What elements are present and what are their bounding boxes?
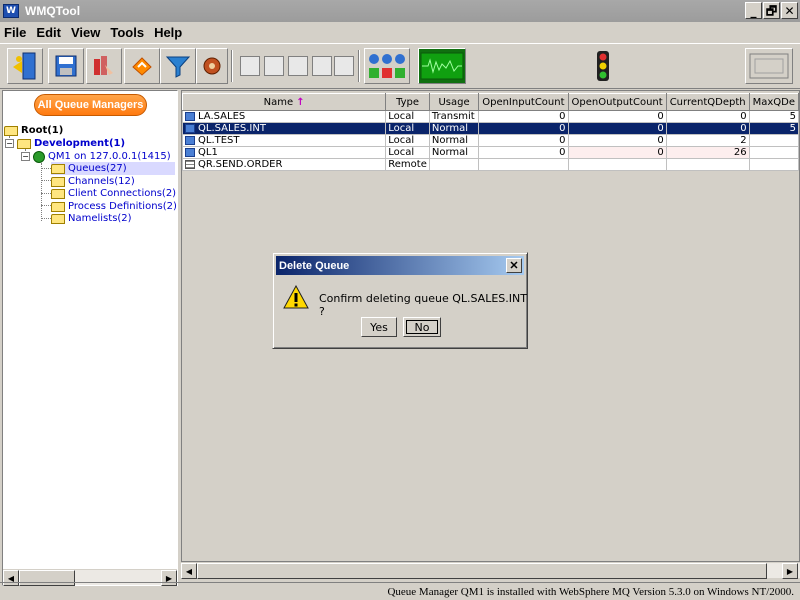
table-row[interactable]: QR.SEND.ORDER Remote [182, 158, 799, 171]
delete-queue-dialog: Delete Queue ✕ Confirm deleting queue QL… [272, 252, 528, 349]
dialog-close-button[interactable]: ✕ [506, 258, 522, 273]
tree-node-label: Root(1) [21, 125, 64, 136]
tree-node-label: QM1 on 127.0.0.1(1415) [48, 151, 171, 162]
menu-help[interactable]: Help [154, 25, 182, 40]
console-icon [749, 53, 789, 79]
column-header-max-q-depth[interactable]: MaxQDe [748, 93, 799, 111]
tree-node-development[interactable]: − Development(1) [5, 137, 125, 150]
traffic-light-icon [597, 51, 609, 81]
traffic-light [593, 50, 613, 85]
status-lights-icon [369, 54, 405, 78]
local-queue-icon [185, 147, 195, 157]
queue-manager-icon [94, 56, 113, 75]
table-header-row: Name ↑ Type Usage OpenInputCount OpenOutp… [182, 93, 799, 111]
view-chart-button[interactable] [288, 56, 308, 76]
exit-icon [13, 52, 36, 80]
refresh-icon [132, 57, 152, 76]
tree-panel: All Queue Managers Root(1) − Development… [2, 90, 178, 586]
window-title: WMQTool [25, 4, 81, 18]
filter-button[interactable] [160, 48, 196, 84]
dialog-title-bar: Delete Queue ✕ [276, 256, 524, 275]
menu-tools[interactable]: Tools [110, 25, 144, 40]
menu-bar: File Edit View Tools Help [0, 22, 800, 43]
toolbar [0, 43, 800, 89]
column-header-open-output-count[interactable]: OpenOutputCount [567, 93, 667, 111]
exit-button[interactable] [7, 48, 43, 84]
folder-icon [51, 163, 65, 174]
menu-view[interactable]: View [71, 25, 100, 40]
folder-icon [51, 176, 65, 187]
title-bar: W WMQTool _ 🗗 ✕ [0, 0, 800, 22]
view-blank-button[interactable] [334, 56, 354, 76]
tree-node-client-connections[interactable]: Client Connections(2) [51, 187, 176, 200]
yes-button[interactable]: Yes [361, 317, 397, 337]
folder-open-icon [17, 138, 31, 149]
queue-manager-button[interactable] [86, 48, 122, 84]
save-icon [55, 55, 77, 77]
local-queue-icon [185, 135, 195, 145]
menu-file[interactable]: File [4, 25, 26, 40]
tree-node-label: Queues(27) [68, 163, 127, 174]
refresh-button[interactable] [124, 48, 160, 84]
menu-edit[interactable]: Edit [36, 25, 61, 40]
scroll-left-arrow-icon[interactable]: ◀ [181, 563, 197, 579]
tree-node-root[interactable]: Root(1) [4, 124, 63, 137]
folder-icon [51, 213, 65, 224]
status-text: Queue Manager QM1 is installed with WebS… [387, 585, 794, 598]
local-queue-icon [185, 123, 195, 133]
column-header-usage[interactable]: Usage [428, 93, 480, 111]
column-header-name[interactable]: Name ↑ [182, 93, 387, 111]
queue-manager-icon [33, 150, 45, 163]
collapse-icon[interactable]: − [5, 139, 14, 148]
table-row[interactable]: QL.TEST Local Normal 0 0 2 [182, 134, 799, 147]
all-queue-managers-button[interactable]: All Queue Managers [34, 94, 147, 116]
monitor-button[interactable] [418, 48, 466, 84]
filter-icon [165, 56, 191, 78]
no-button[interactable]: No [403, 317, 441, 337]
minimize-button[interactable]: _ [745, 2, 762, 19]
warning-icon [283, 285, 309, 309]
queue-table: Name ↑ Type Usage OpenInputCount OpenOutp… [182, 93, 799, 171]
restore-button[interactable]: 🗗 [763, 2, 780, 19]
table-row[interactable]: QL1 Local Normal 0 0 26 [182, 146, 799, 159]
tree-node-label: Namelists(2) [68, 213, 132, 224]
folder-icon [51, 188, 65, 199]
tree-node-queues[interactable]: Queues(27) [51, 162, 175, 175]
sort-arrow-icon: ↑ [296, 96, 305, 108]
tree-node-label: Client Connections(2) [68, 188, 177, 199]
scroll-thumb[interactable] [197, 563, 767, 579]
table-horizontal-scrollbar[interactable]: ◀ ▶ [181, 562, 800, 579]
table-row-selected[interactable]: QL.SALES.INT Local Normal 0 0 0 5 [182, 122, 799, 135]
folder-icon [51, 201, 65, 212]
status-bar: Queue Manager QM1 is installed with WebS… [0, 582, 800, 600]
scroll-right-arrow-icon[interactable]: ▶ [782, 563, 798, 579]
app-icon: W [3, 4, 19, 18]
table-row[interactable]: LA.SALES Local Transmit 0 0 0 5 [182, 110, 799, 123]
settings-icon [203, 57, 221, 75]
view-list-button[interactable] [240, 56, 260, 76]
tree-node-label: Process Definitions(2) [68, 201, 177, 212]
view-print-button[interactable] [312, 56, 332, 76]
remote-queue-icon [185, 159, 195, 169]
settings-button[interactable] [196, 48, 228, 84]
console-button[interactable] [745, 48, 793, 84]
column-header-open-input-count[interactable]: OpenInputCount [478, 93, 569, 111]
view-details-button[interactable] [264, 56, 284, 76]
status-lights-button[interactable] [364, 48, 410, 84]
tree-node-label: Development(1) [34, 138, 126, 149]
close-button[interactable]: ✕ [781, 2, 798, 19]
tree-node-namelists[interactable]: Namelists(2) [51, 212, 132, 225]
dialog-message: Confirm deleting queue QL.SALES.INT ? [319, 292, 527, 318]
monitor-icon [420, 52, 464, 80]
save-button[interactable] [48, 48, 84, 84]
tree-node-label: Channels(12) [68, 176, 135, 187]
collapse-icon[interactable]: − [21, 152, 30, 161]
column-header-type[interactable]: Type [385, 93, 430, 111]
folder-icon [4, 125, 18, 136]
column-header-current-q-depth[interactable]: CurrentQDepth [665, 93, 750, 111]
local-queue-icon [185, 111, 195, 121]
dialog-title: Delete Queue [279, 259, 350, 272]
